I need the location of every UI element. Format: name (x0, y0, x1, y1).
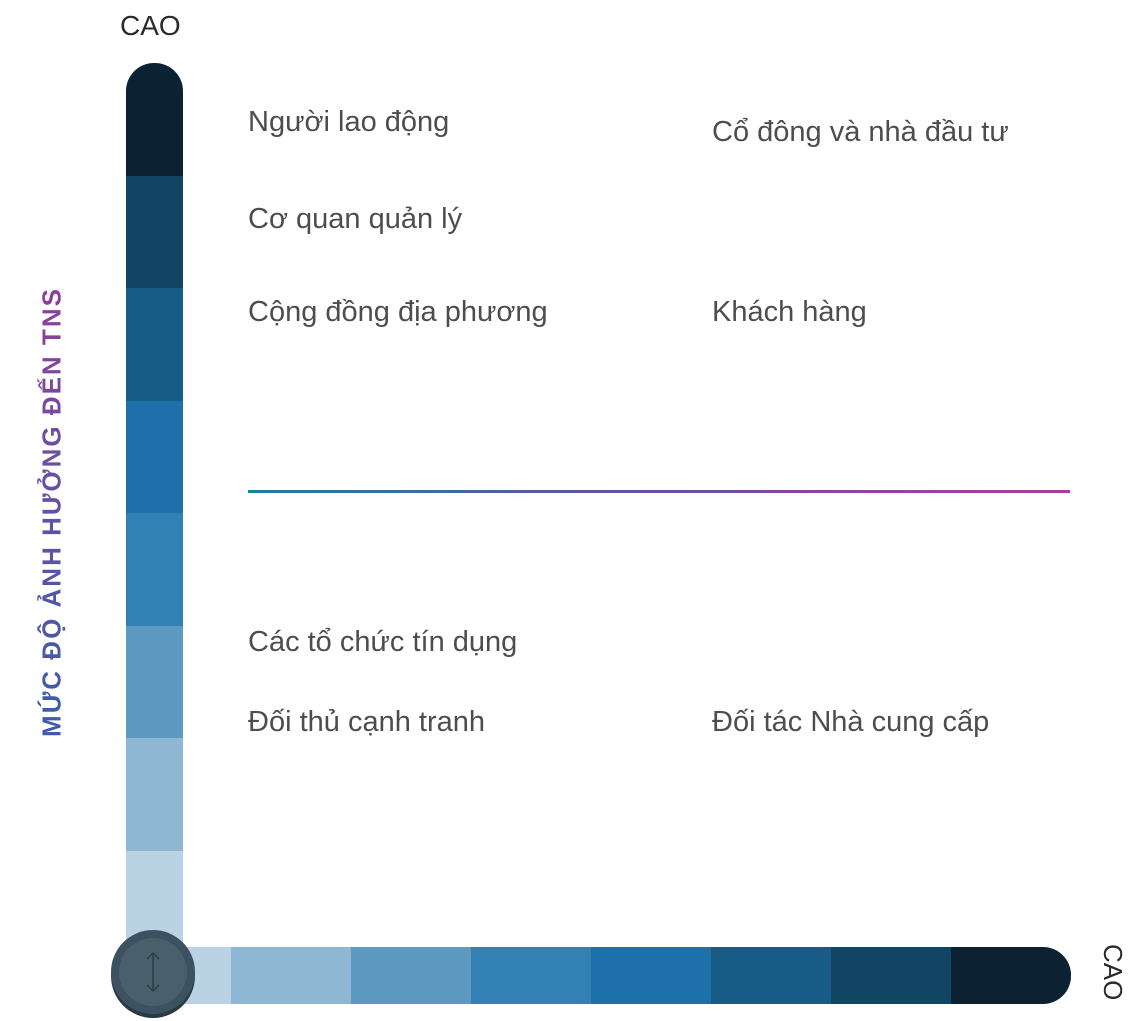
vertical-scale-segment (126, 288, 183, 401)
vertical-scale-segment (126, 625, 183, 738)
horizontal-scale-segment (951, 947, 1071, 1004)
horizontal-scale-segment (711, 947, 831, 1004)
y-axis-high-label: CAO (120, 10, 181, 41)
horizontal-scale-bar (183, 947, 1071, 1004)
vertical-scale-segment (126, 63, 183, 176)
vertical-scale-segment (126, 738, 183, 851)
stakeholder-label: Cổ đông và nhà đầu tư (712, 116, 1009, 148)
horizontal-scale-segment (471, 947, 591, 1004)
axis-origin-knob-face (119, 938, 187, 1006)
vertical-scale-bar (126, 63, 183, 963)
stakeholder-label: Các tổ chức tín dụng (248, 626, 518, 658)
stakeholder-label: Người lao động (248, 106, 450, 138)
stakeholder-label: Đối tác Nhà cung cấp (712, 706, 990, 738)
x-axis-high-label: CAO (1098, 944, 1128, 1001)
horizontal-scale-segment (351, 947, 471, 1004)
axis-origin-knob (111, 930, 195, 1014)
vertical-scale-segment (126, 175, 183, 288)
horizontal-scale-segment (231, 947, 351, 1004)
horizontal-scale-segment (591, 947, 711, 1004)
quadrant-divider-line (248, 490, 1070, 493)
stakeholder-label: Cơ quan quản lý (248, 203, 463, 235)
vertical-scale-segment (126, 400, 183, 513)
stakeholder-label: Cộng đồng địa phương (248, 296, 548, 328)
stakeholder-label: Đối thủ cạnh tranh (248, 706, 485, 738)
stakeholder-label: Khách hàng (712, 296, 867, 328)
y-axis-title: MỨC ĐỘ ẢNH HƯỞNG ĐẾN TNS (36, 287, 67, 737)
vertical-arrows-icon (146, 951, 160, 993)
horizontal-scale-segment (831, 947, 951, 1004)
vertical-scale-segment (126, 513, 183, 626)
